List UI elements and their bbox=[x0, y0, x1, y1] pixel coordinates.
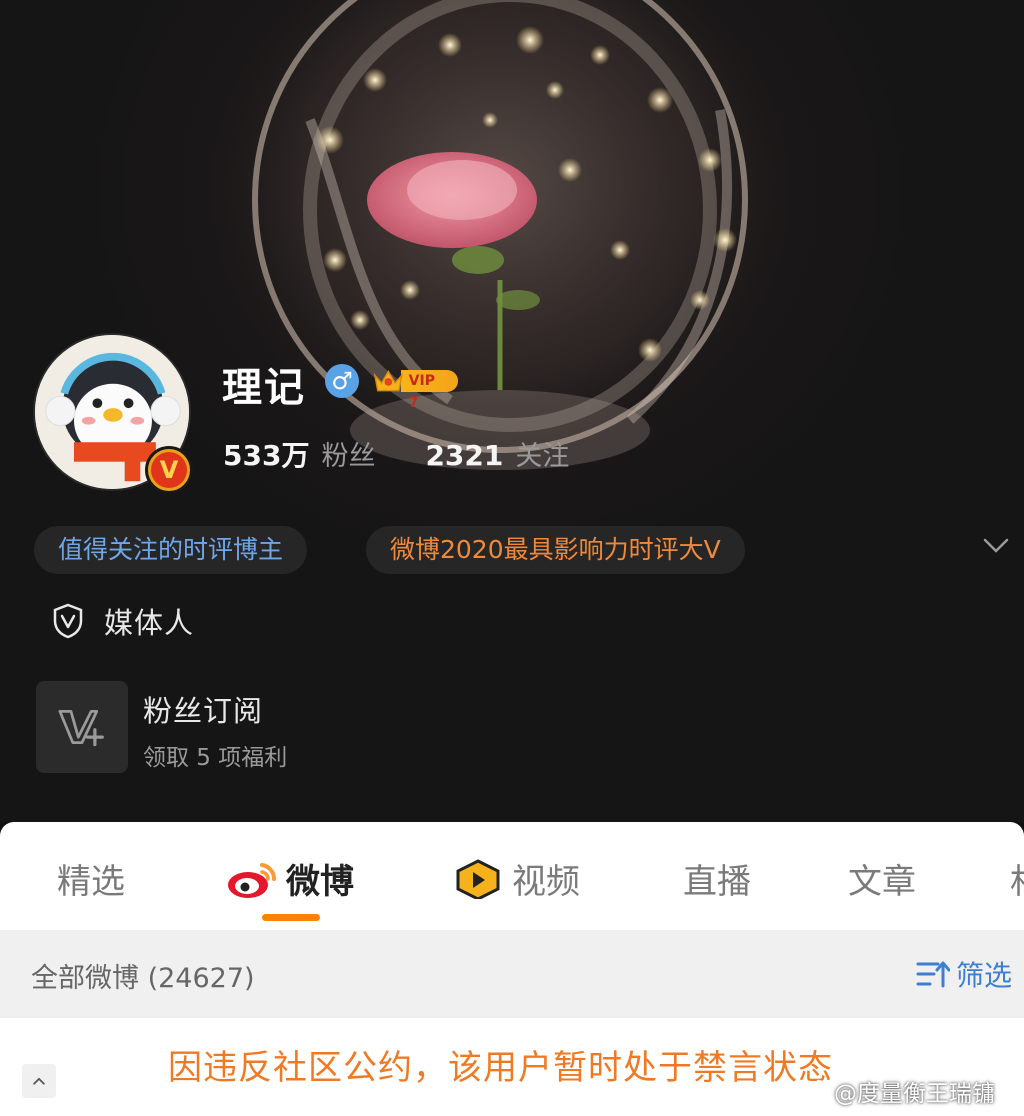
followers-label[interactable]: 粉丝 bbox=[321, 434, 375, 473]
tab-label: 相 bbox=[1010, 854, 1024, 903]
weibo-logo-icon bbox=[228, 862, 277, 898]
filter-button[interactable]: 筛选 bbox=[916, 954, 1012, 994]
filter-icon bbox=[916, 961, 950, 988]
tab-weibo[interactable]: 微博 bbox=[226, 854, 354, 903]
tab-more[interactable]: 相 bbox=[1010, 854, 1024, 903]
followers-count[interactable]: 533万 bbox=[223, 434, 309, 474]
profile-tag-2[interactable]: 微博2020最具影响力时评大V bbox=[366, 526, 745, 574]
profile-tag-1[interactable]: 值得关注的时评博主 bbox=[34, 526, 308, 574]
chevron-up-icon bbox=[33, 1077, 45, 1085]
verified-v-icon: V bbox=[151, 452, 187, 488]
watermark: @度量衡王瑞镛 bbox=[792, 1074, 995, 1108]
tab-label: 精选 bbox=[57, 862, 125, 902]
verified-badge: V bbox=[145, 446, 193, 494]
tab-label: 直播 bbox=[683, 862, 751, 902]
tab-label: 文章 bbox=[848, 862, 916, 902]
media-label: 媒体人 bbox=[104, 606, 195, 640]
filter-label: 筛选 bbox=[955, 959, 1012, 992]
all-weibo-count[interactable]: 全部微博 (24627) bbox=[31, 956, 255, 995]
fan-subscription-title[interactable]: 粉丝订阅 bbox=[143, 688, 263, 730]
ban-notice: 因违反社区公约，该用户暂时处于禁言状态 bbox=[168, 1048, 833, 1088]
profile-tabs: 精选 微博 视频 直播 文章 相 bbox=[0, 822, 1024, 930]
profile-stats: 533万 粉丝 2321 关注 bbox=[223, 434, 569, 474]
chevron-down-icon[interactable] bbox=[982, 536, 1010, 556]
scroll-top-button[interactable] bbox=[22, 1064, 56, 1098]
tab-featured[interactable]: 精选 bbox=[57, 854, 125, 903]
following-label[interactable]: 关注 bbox=[515, 434, 569, 473]
media-identity-row: 媒体人 bbox=[52, 600, 194, 642]
active-tab-indicator bbox=[262, 914, 320, 921]
following-count[interactable]: 2321 bbox=[425, 439, 503, 472]
tab-label: 微博 bbox=[286, 862, 354, 902]
weibo-watermark-icon bbox=[792, 1079, 829, 1105]
shield-v-icon bbox=[53, 603, 83, 639]
profile-header: V 理记 ♂ VIP 7 533万 粉丝 2321 关注 值得关注的时评博主 微… bbox=[0, 0, 1024, 822]
male-gender-icon: ♂ bbox=[325, 364, 359, 398]
video-play-icon bbox=[456, 858, 500, 899]
watermark-text: @度量衡王瑞镛 bbox=[834, 1081, 995, 1107]
fan-subscription-icon-box[interactable] bbox=[36, 681, 128, 773]
feed-filter-bar: 全部微博 (24627) 筛选 bbox=[0, 930, 1024, 1018]
tab-video[interactable]: 视频 bbox=[452, 854, 580, 903]
tab-articles[interactable]: 文章 bbox=[848, 854, 916, 903]
tab-label: 视频 bbox=[512, 862, 580, 902]
username: 理记 bbox=[222, 365, 306, 411]
fan-subscription-subtitle: 领取 5 项福利 bbox=[143, 745, 288, 771]
vip-level-label: VIP 7 bbox=[400, 370, 458, 411]
v-plus-icon bbox=[58, 709, 104, 747]
crown-icon bbox=[373, 369, 403, 392]
tab-live[interactable]: 直播 bbox=[683, 854, 751, 903]
vip-badge[interactable]: VIP 7 bbox=[372, 368, 458, 411]
